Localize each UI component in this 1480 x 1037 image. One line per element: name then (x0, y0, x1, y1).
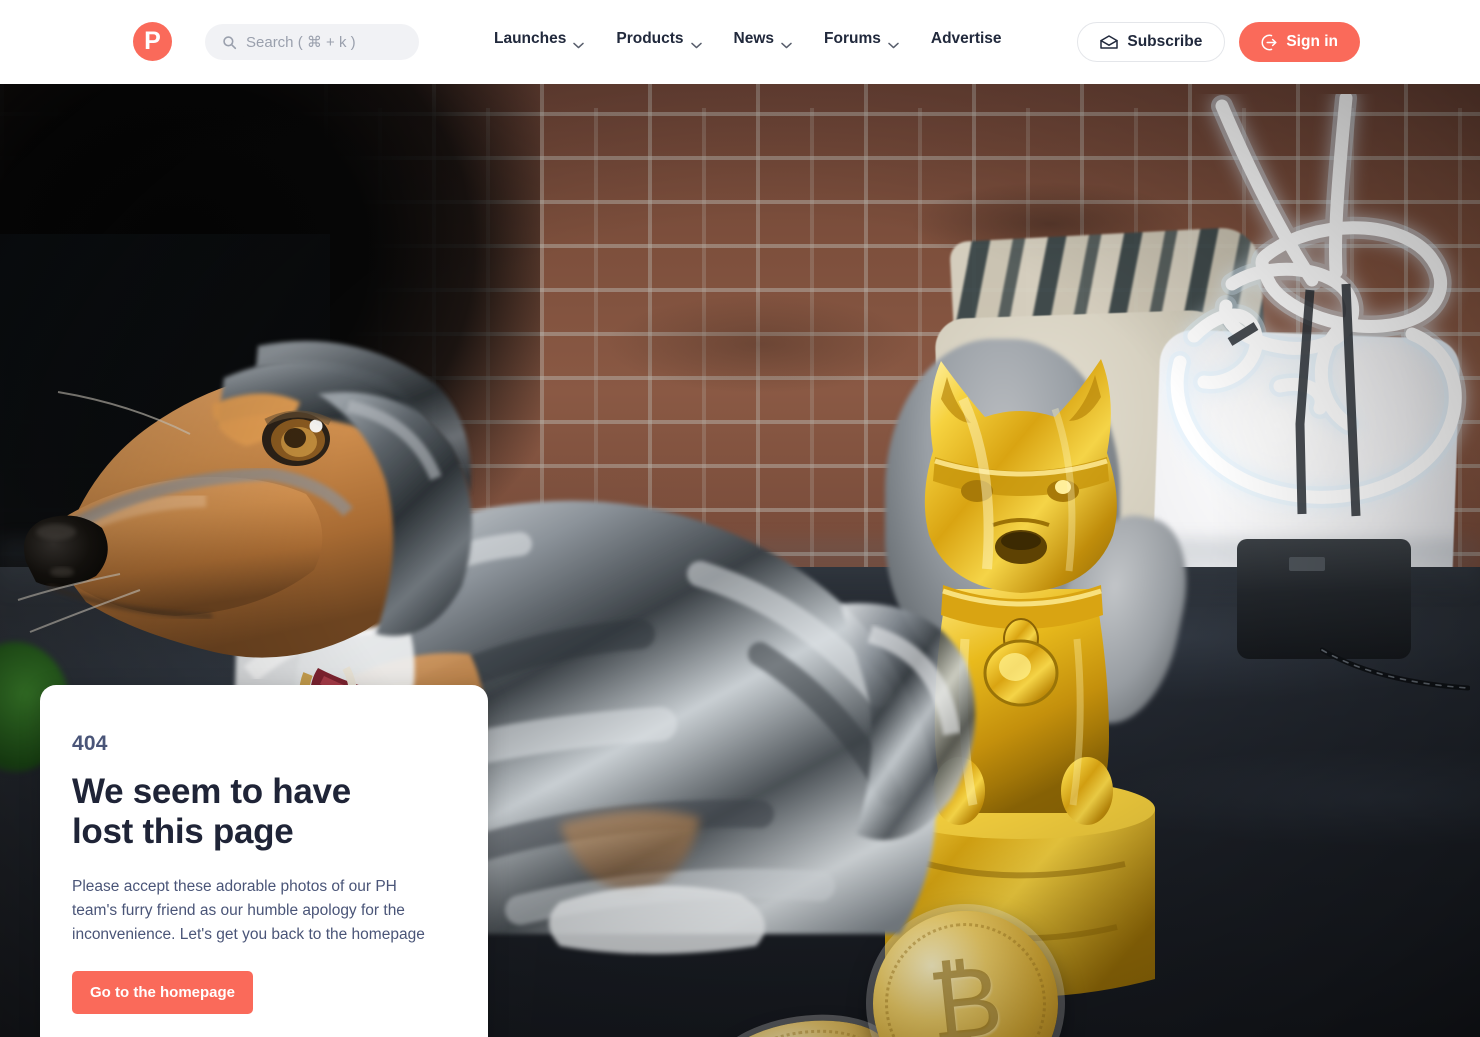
page-title-line-1: We seem to have (72, 772, 351, 811)
search-icon (222, 35, 237, 50)
page-title: We seem to have lost this page (72, 772, 448, 852)
nav-item-products[interactable]: Products (616, 30, 702, 48)
neon-peace-sign (1160, 94, 1480, 564)
nav-item-launches[interactable]: Launches (494, 30, 585, 48)
page-title-line-2: lost this page (72, 811, 294, 851)
main-nav: Launches Products News Forums Advertise (494, 30, 1002, 48)
mail-open-icon (1100, 35, 1119, 49)
nav-item-news[interactable]: News (734, 30, 793, 48)
power-cord (1319, 644, 1471, 714)
search-box[interactable] (205, 24, 419, 60)
header-actions: Subscribe Sign in (1077, 22, 1360, 62)
chevron-down-icon (888, 36, 899, 48)
go-to-homepage-button[interactable]: Go to the homepage (72, 970, 254, 1014)
chevron-down-icon (781, 36, 792, 48)
chevron-down-icon (690, 36, 702, 48)
error-card: 404 We seem to have lost this page Pleas… (40, 685, 488, 1037)
nav-item-launches-label: Launches (494, 30, 567, 47)
subscribe-label: Subscribe (1127, 33, 1203, 50)
nav-item-products-label: Products (616, 30, 684, 47)
nav-item-advertise-label: Advertise (930, 30, 1002, 47)
subscribe-button[interactable]: Subscribe (1077, 22, 1226, 62)
error-description: Please accept these adorable photos of o… (72, 877, 425, 943)
nav-item-news-label: News (733, 30, 775, 47)
error-code: 404 (72, 732, 108, 755)
search-input[interactable] (246, 33, 411, 51)
product-hunt-logo[interactable]: P (133, 22, 172, 61)
site-header: P Launches Products News (0, 0, 1480, 84)
nav-item-forums[interactable]: Forums (824, 30, 899, 48)
sign-in-arrow-icon (1261, 34, 1278, 51)
sign-in-label: Sign in (1286, 33, 1338, 50)
nav-item-advertise[interactable]: Advertise (931, 30, 1002, 48)
nav-item-forums-label: Forums (824, 30, 881, 47)
chevron-down-icon (573, 36, 585, 48)
sign-in-button[interactable]: Sign in (1239, 22, 1360, 62)
page-root: { "header": { "logo_letter": "P", "logo_… (0, 0, 1480, 1037)
